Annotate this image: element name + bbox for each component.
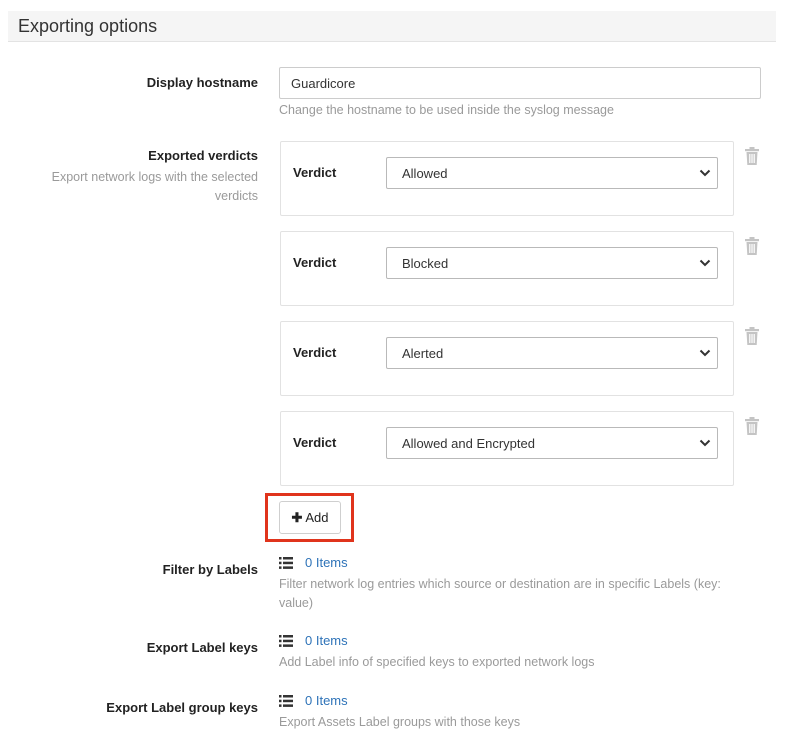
export-label-group-keys-help: Export Assets Label groups with those ke… [279,715,521,729]
exported-verdicts-description: Export network logs with the selected ve… [51,170,258,203]
list-icon [279,695,293,707]
verdict-label: Verdict [293,165,337,180]
section-header: Exporting options [8,11,776,42]
verdict-select-value: Allowed and Encrypted [402,436,535,451]
trash-icon[interactable] [744,237,760,255]
verdict-item: Verdict Alerted [280,321,734,396]
filter-by-labels-label: Filter by Labels [162,562,258,577]
section-title: Exporting options [18,16,158,36]
filter-by-labels-link[interactable]: 0 Items [305,555,348,570]
verdict-select-value: Blocked [402,256,449,271]
trash-icon[interactable] [744,417,760,435]
list-icon [279,557,293,569]
export-label-group-keys-link[interactable]: 0 Items [305,693,348,708]
verdict-select[interactable]: Blocked [386,247,718,279]
export-label-keys-help: Add Label info of specified keys to expo… [279,655,595,669]
chevron-down-icon [699,439,711,447]
list-icon [279,635,293,647]
exported-verdicts-label: Exported verdicts [148,148,258,163]
display-hostname-input[interactable] [279,67,761,99]
verdict-label: Verdict [293,255,337,270]
verdict-item: Verdict Blocked [280,231,734,306]
display-hostname-help: Change the hostname to be used inside th… [279,103,614,117]
add-verdict-button[interactable]: ✚ Add [279,501,341,534]
export-label-keys-link[interactable]: 0 Items [305,633,348,648]
add-button-label: Add [305,509,329,525]
trash-icon[interactable] [744,147,760,165]
verdict-label: Verdict [293,435,337,450]
verdict-select-value: Alerted [402,346,444,361]
verdict-select[interactable]: Alerted [386,337,718,369]
verdict-item: Verdict Allowed and Encrypted [280,411,734,486]
display-hostname-label: Display hostname [146,75,258,90]
verdict-select-value: Allowed [402,166,448,181]
plus-icon: ✚ [291,509,303,525]
filter-by-labels-help: Filter network log entries which source … [279,577,721,610]
export-label-keys-label: Export Label keys [146,640,258,655]
trash-icon[interactable] [744,327,760,345]
export-label-group-keys-label: Export Label group keys [106,700,258,715]
chevron-down-icon [699,349,711,357]
verdict-select[interactable]: Allowed [386,157,718,189]
verdict-item: Verdict Allowed [280,141,734,216]
verdict-select[interactable]: Allowed and Encrypted [386,427,718,459]
chevron-down-icon [699,169,711,177]
chevron-down-icon [699,259,711,267]
verdict-label: Verdict [293,345,337,360]
